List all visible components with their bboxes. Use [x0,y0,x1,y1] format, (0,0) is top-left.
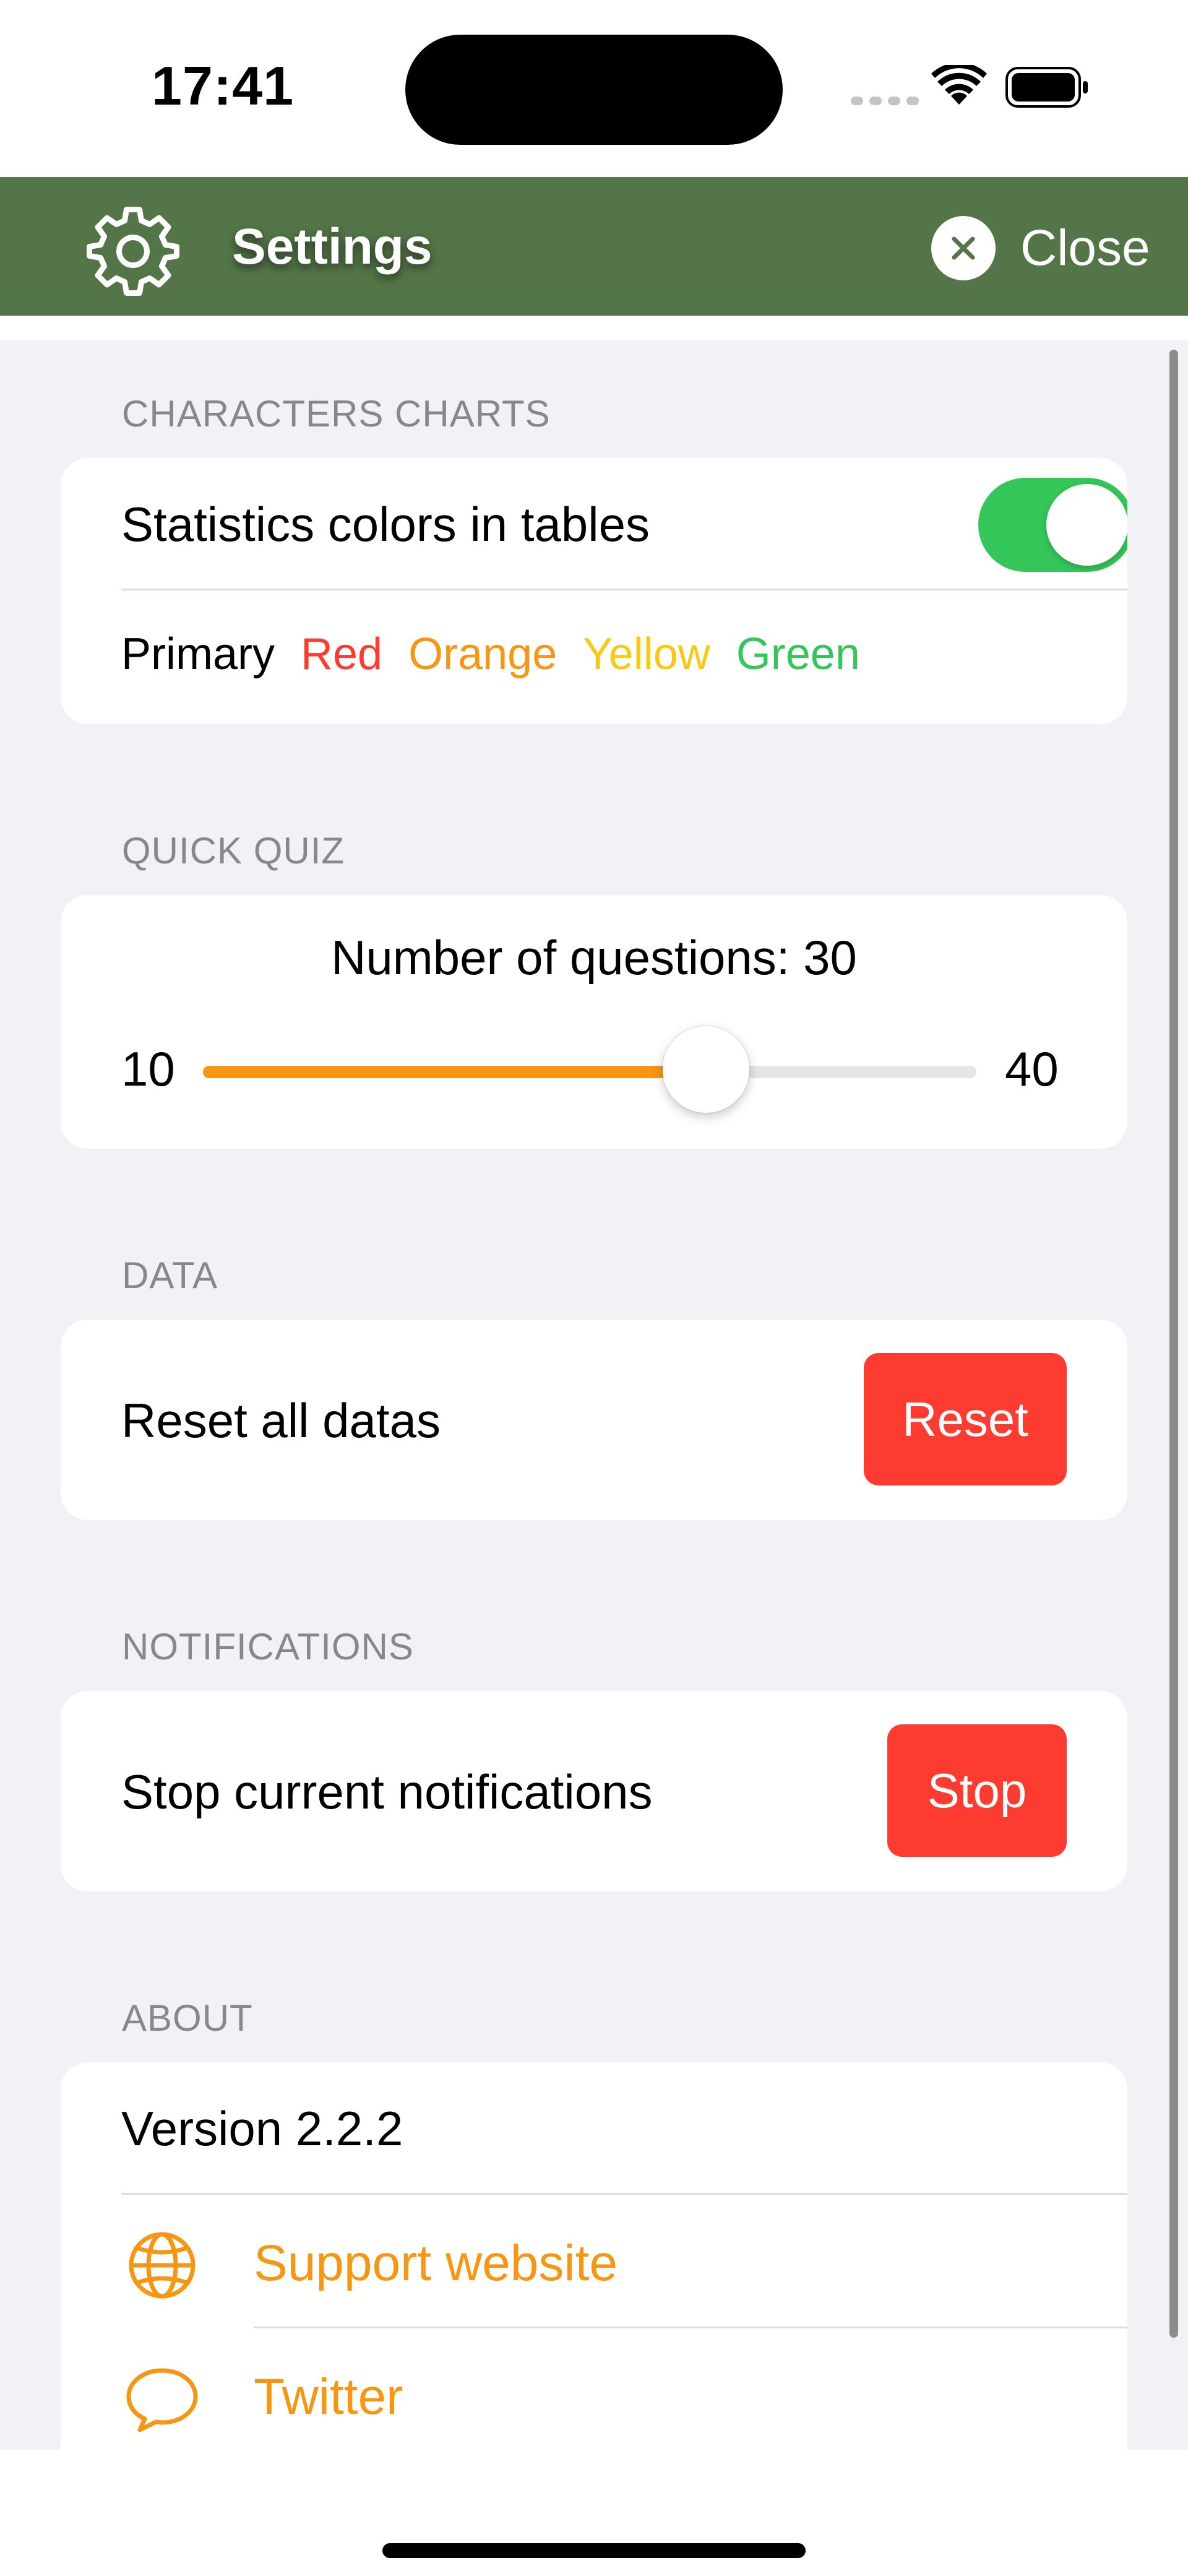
twitter-link[interactable]: Twitter [254,2368,403,2426]
charts-card: Statistics colors in tables Primary Red Or… [61,458,1127,724]
section-header-charts: CHARACTERS CHARTS [122,393,551,434]
statistics-colors-label: Statistics colors in tables [121,497,650,551]
stop-button[interactable]: Stop [887,1724,1067,1857]
color-legend-yellow: Yellow [583,629,710,679]
scroll-indicator[interactable] [1169,350,1178,2338]
home-area [0,2450,1188,2576]
battery-icon [1005,67,1088,108]
slider-thumb[interactable] [662,1026,749,1113]
divider [121,589,1127,590]
slider-max-label: 40 [1005,1042,1059,1096]
question-count-label: Number of questions: 30 [331,930,857,985]
version-label: Version 2.2.2 [121,2101,403,2156]
close-icon [931,216,996,280]
status-time: 17:41 [152,55,295,116]
about-card: Version 2.2.2 Support website Twitter [61,2062,1127,2450]
color-legend-red: Red [301,629,383,679]
question-count-slider[interactable] [203,1026,976,1113]
section-header-notifications: NOTIFICATIONS [122,1626,414,1667]
quiz-card: Number of questions: 30 10 40 [61,895,1127,1149]
settings-list[interactable]: CHARACTERS CHARTS Statistics colors in t… [0,340,1188,2450]
globe-icon [129,2232,196,2299]
close-button[interactable]: Close [931,214,1150,282]
support-website-link[interactable]: Support website [254,2234,618,2293]
wifi-icon [931,65,987,105]
color-legend-green: Green [736,629,860,679]
color-legend: Primary Red Orange Yellow Green [121,629,886,680]
divider [254,2327,1127,2328]
page-title: Settings [232,218,433,275]
divider [121,2193,1127,2195]
stop-notifications-label: Stop current notifications [121,1765,653,1819]
color-legend-orange: Orange [408,629,557,679]
notifications-card: Stop current notifications Stop [61,1691,1127,1891]
toggle-knob [1046,484,1127,566]
status-bar: 17:41 [0,0,1188,177]
close-label: Close [1020,220,1150,276]
gear-icon [87,207,179,296]
section-header-quiz: QUICK QUIZ [122,830,345,871]
section-header-data: DATA [122,1255,218,1296]
cellular-signal-icon [851,97,919,105]
slider-fill [203,1066,706,1078]
reset-data-label: Reset all datas [121,1393,441,1448]
speech-bubble-icon [126,2368,198,2432]
nav-bar: Settings Close [0,177,1188,316]
data-card: Reset all datas Reset [61,1320,1127,1520]
statistics-colors-toggle[interactable] [978,478,1127,572]
home-indicator[interactable] [382,2543,806,2558]
dynamic-island [405,35,783,145]
color-legend-primary: Primary [121,629,275,679]
section-header-about: ABOUT [122,1997,253,2039]
reset-button[interactable]: Reset [864,1353,1067,1485]
slider-min-label: 10 [121,1042,175,1096]
